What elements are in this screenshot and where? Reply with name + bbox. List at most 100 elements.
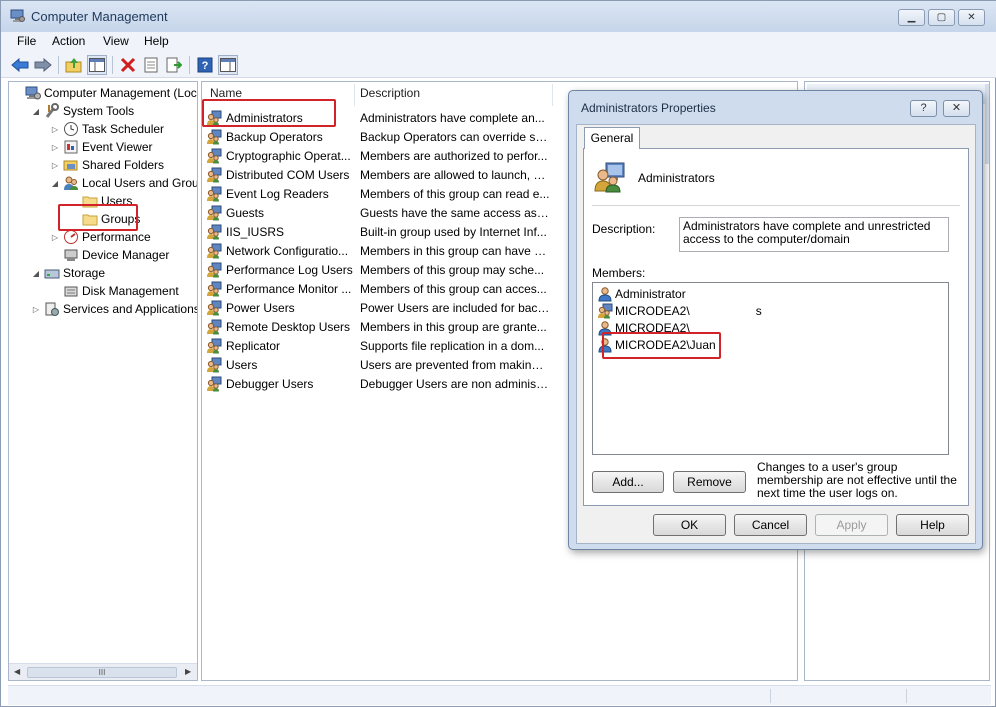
list-item[interactable]: Guests Guests have the same access as m..… (206, 203, 550, 222)
add-member-button[interactable]: Add... (592, 471, 664, 493)
tree-expander-icon[interactable]: ▷ (49, 143, 61, 152)
group-name-cell: Performance Log Users (206, 262, 356, 278)
tree-horizontal-scrollbar[interactable]: ◀ III ▶ (9, 663, 197, 680)
tree-item-shared-folders[interactable]: ▷ Shared Folders (49, 156, 164, 174)
list-item[interactable]: Debugger Users Debugger Users are non adm… (206, 374, 550, 393)
scroll-right-arrow-icon[interactable]: ▶ (185, 667, 191, 676)
list-item[interactable]: Event Log Readers Members of this group c… (206, 184, 549, 203)
member-item[interactable]: MICRODEA2\ s (597, 302, 762, 319)
scroll-thumb[interactable]: III (27, 667, 177, 678)
tree-expander-icon[interactable]: ◢ (30, 269, 42, 278)
ok-button[interactable]: OK (653, 514, 726, 536)
tree-expander-icon[interactable]: ▷ (30, 305, 42, 314)
tree-expander-icon[interactable]: ▷ (49, 125, 61, 134)
group-name-cell: Backup Operators (206, 129, 356, 145)
group-description-cell: Users are prevented from making ... (360, 357, 550, 372)
description-field[interactable]: Administrators have complete and unrestr… (679, 217, 949, 252)
group-name-text: IIS_IUSRS (226, 224, 285, 239)
group-name-cell: Users (206, 357, 356, 373)
cancel-button[interactable]: Cancel (734, 514, 807, 536)
tree-item-performance[interactable]: ▷ Performance (49, 228, 151, 246)
properties-button[interactable] (141, 55, 161, 75)
group-name-cell: Event Log Readers (206, 186, 356, 202)
group-description-cell: Debugger Users are non administr... (360, 376, 550, 391)
list-item[interactable]: Remote Desktop Users Members in this grou… (206, 317, 547, 336)
tree-expander-icon[interactable]: ◢ (30, 107, 42, 116)
list-item[interactable]: Distributed COM Users Members are allowed… (206, 165, 550, 184)
list-item[interactable]: Performance Monitor ... Members of this g… (206, 279, 547, 298)
group-description-cell: Built-in group used by Internet Inf... (360, 224, 547, 239)
group-name-text: Replicator (226, 338, 281, 353)
tree-item-label: Groups (101, 212, 141, 226)
tree-item-task-scheduler[interactable]: ▷ Task Scheduler (49, 120, 164, 138)
list-item[interactable]: Backup Operators Backup Operators can ove… (206, 127, 550, 146)
member-item[interactable]: Administrator (597, 285, 686, 302)
help-button[interactable]: Help (896, 514, 969, 536)
scroll-left-arrow-icon[interactable]: ◀ (14, 667, 20, 676)
dialog-help-button[interactable]: ? (910, 100, 937, 117)
menu-action[interactable]: Action (52, 34, 85, 48)
group-icon (206, 243, 222, 259)
column-header-name[interactable]: Name (210, 86, 242, 106)
list-item[interactable]: Performance Log Users Members of this gro… (206, 260, 544, 279)
device-manager-icon (63, 247, 79, 263)
minimize-button[interactable]: ▁ (898, 9, 925, 26)
tree-item-device-manager[interactable]: Device Manager (49, 246, 169, 264)
help-toolbar-button[interactable]: ? (195, 55, 215, 75)
members-label: Members: (592, 266, 646, 280)
forward-button[interactable] (33, 55, 53, 75)
remove-member-button[interactable]: Remove (673, 471, 746, 493)
tree-item-storage[interactable]: ◢ Storage (30, 264, 105, 282)
tree-item-system-tools[interactable]: ◢ System Tools (30, 102, 134, 120)
up-one-level-button[interactable] (64, 55, 84, 75)
tree-item-label: Event Viewer (82, 140, 153, 154)
tree-item-label: Disk Management (82, 284, 179, 298)
list-item[interactable]: Network Configuratio... Members in this g… (206, 241, 550, 260)
delete-button[interactable] (118, 55, 138, 75)
menu-view[interactable]: View (103, 34, 129, 48)
export-list-button[interactable] (164, 55, 184, 75)
tree-item-users[interactable]: Users (68, 192, 132, 210)
list-item[interactable]: Administrators Administrators have comple… (206, 108, 545, 127)
shared-folder-icon (63, 157, 79, 173)
back-button[interactable] (10, 55, 30, 75)
console-tree-pane[interactable]: Computer Management (Local ◢ System Tools ▷… (8, 81, 198, 681)
administrators-properties-dialog: Administrators Properties ? ✕ General Ad… (568, 90, 983, 550)
tree-item-groups[interactable]: Groups (68, 210, 140, 228)
window-title: Computer Management (31, 9, 168, 24)
group-icon (206, 205, 222, 221)
group-name-text: Remote Desktop Users (226, 319, 351, 334)
tree-item-computer-management-local[interactable]: Computer Management (Local (11, 84, 197, 102)
list-item[interactable]: IIS_IUSRS Built-in group used by Internet… (206, 222, 547, 241)
close-window-button[interactable]: ✕ (958, 9, 985, 26)
properties-icon (144, 57, 158, 73)
description-label: Description: (592, 222, 656, 236)
tree-item-local-users-and-groups[interactable]: ◢ Local Users and Groups (49, 174, 197, 192)
maximize-button[interactable]: ▢ (928, 9, 955, 26)
tree-item-label: Users (101, 194, 133, 208)
group-description-cell: Administrators have complete an... (360, 110, 545, 125)
menu-file[interactable]: File (17, 34, 36, 48)
show-hide-action-pane-button[interactable] (218, 55, 238, 75)
member-item[interactable]: MICRODEA2\ (597, 319, 690, 336)
list-item[interactable]: Cryptographic Operat... Members are autho… (206, 146, 547, 165)
tree-expander-icon[interactable]: ▷ (49, 161, 61, 170)
column-header-description[interactable]: Description (360, 86, 420, 106)
tree-expander-icon[interactable]: ◢ (49, 179, 61, 188)
dialog-close-button[interactable]: ✕ (943, 100, 970, 117)
tree-expander-icon[interactable]: ▷ (49, 233, 61, 242)
tab-general[interactable]: General (584, 127, 640, 149)
list-item[interactable]: Power Users Power Users are included for … (206, 298, 550, 317)
member-item[interactable]: MICRODEA2\Juan (597, 336, 716, 353)
members-list[interactable]: Administrator MICRODEA2\ s MICRODEA2\ MICROD… (592, 282, 949, 455)
menu-help[interactable]: Help (144, 34, 169, 48)
list-item[interactable]: Users Users are prevented from making ... (206, 355, 550, 374)
apply-button[interactable]: Apply (815, 514, 888, 536)
group-icon (206, 281, 222, 297)
tree-item-disk-management[interactable]: Disk Management (49, 282, 179, 300)
list-item[interactable]: Replicator Supports file replication in a… (206, 336, 544, 355)
tree-item-services-and-applications[interactable]: ▷ Services and Applications (30, 300, 197, 318)
show-hide-console-tree-button[interactable] (87, 55, 107, 75)
tree-item-event-viewer[interactable]: ▷ Event Viewer (49, 138, 153, 156)
title-bar[interactable]: Computer Management ▁ ▢ ✕ (1, 1, 996, 32)
